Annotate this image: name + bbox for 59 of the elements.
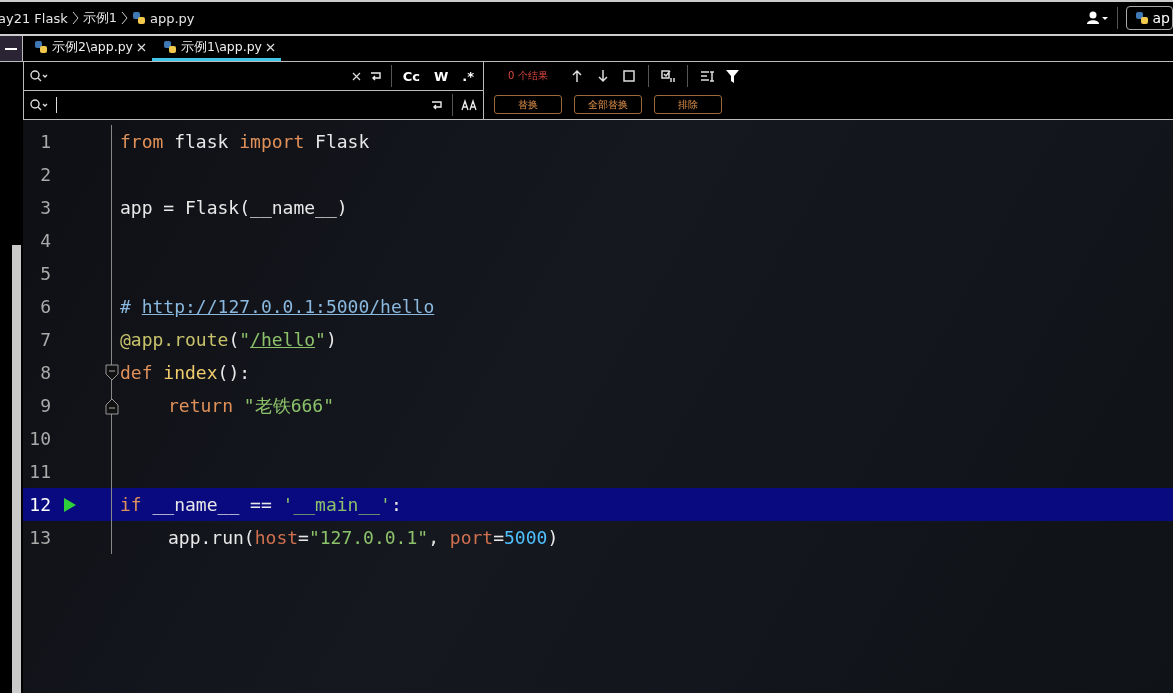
close-icon[interactable] <box>137 42 146 52</box>
line-number: 5 <box>39 263 51 284</box>
preserve-case-icon[interactable] <box>461 99 477 111</box>
line-number: 13 <box>28 527 51 548</box>
fold-icon[interactable] <box>105 363 119 382</box>
user-icon[interactable] <box>1086 11 1109 25</box>
wrap-icon[interactable] <box>368 70 383 82</box>
search-option-toggle[interactable]: Cc <box>399 68 423 84</box>
minus-icon <box>5 47 17 50</box>
filter-icon[interactable] <box>725 69 739 83</box>
line-number: 3 <box>39 197 51 218</box>
python-file-icon <box>1134 11 1149 25</box>
chevron-right-icon <box>71 11 79 25</box>
square-icon[interactable] <box>621 69 636 84</box>
result-count: 0 个结果 <box>508 69 548 84</box>
line-number: 7 <box>39 329 51 350</box>
replace-button[interactable]: 替换 <box>494 95 562 115</box>
replace-button[interactable]: 排除 <box>654 95 722 115</box>
python-file-icon <box>132 11 146 25</box>
replace-button[interactable]: 全部替换 <box>574 95 642 115</box>
scrollbar[interactable] <box>12 245 21 693</box>
search-icon[interactable] <box>30 70 48 82</box>
run-config-button[interactable]: ap <box>1125 6 1173 30</box>
python-file-icon <box>163 40 177 54</box>
arrow-down-icon[interactable] <box>595 69 610 84</box>
line-number: 6 <box>39 296 51 317</box>
code-line: if __name__ == '__main__': <box>120 494 402 515</box>
collapse-button[interactable] <box>0 36 23 61</box>
code-line: def index(): <box>120 362 251 383</box>
line-number: 1 <box>39 131 51 152</box>
checkbox-icon[interactable] <box>660 69 675 84</box>
code-line: return "老铁666" <box>168 393 335 418</box>
code-line: app.run(host="127.0.0.1", port=5000) <box>168 527 559 548</box>
line-number: 2 <box>39 164 51 185</box>
editor-tab[interactable]: 示例1\app.py <box>152 36 281 61</box>
editor-tab[interactable]: 示例2\app.py <box>23 36 152 61</box>
run-arrow-icon[interactable] <box>63 496 77 513</box>
line-number: 10 <box>28 428 51 449</box>
breadcrumb-item[interactable]: app.py <box>150 10 195 26</box>
close-icon[interactable] <box>351 71 361 81</box>
line-number: 4 <box>39 230 51 251</box>
search-option-toggle[interactable]: .* <box>459 68 477 84</box>
wrap-icon[interactable] <box>430 99 444 111</box>
code-line: from flask import Flask <box>120 131 370 152</box>
close-icon[interactable] <box>266 42 275 52</box>
search-icon[interactable] <box>30 99 48 111</box>
code-line: app = Flask(__name__) <box>120 197 348 218</box>
line-number: 8 <box>39 362 51 383</box>
chevron-right-icon <box>121 11 128 25</box>
code-line: @app.route("/hello") <box>120 329 337 350</box>
search-option-toggle[interactable]: W <box>430 68 452 84</box>
fold-icon[interactable] <box>105 396 119 415</box>
breadcrumb-item[interactable]: 示例1 <box>82 9 117 27</box>
line-number: 9 <box>39 395 51 416</box>
line-number: 12 <box>28 494 51 515</box>
lines-cursor-icon[interactable] <box>699 69 714 84</box>
code-line: # http://127.0.0.1:5000/hello <box>120 296 435 317</box>
line-number: 11 <box>28 461 51 482</box>
python-file-icon <box>34 40 48 54</box>
